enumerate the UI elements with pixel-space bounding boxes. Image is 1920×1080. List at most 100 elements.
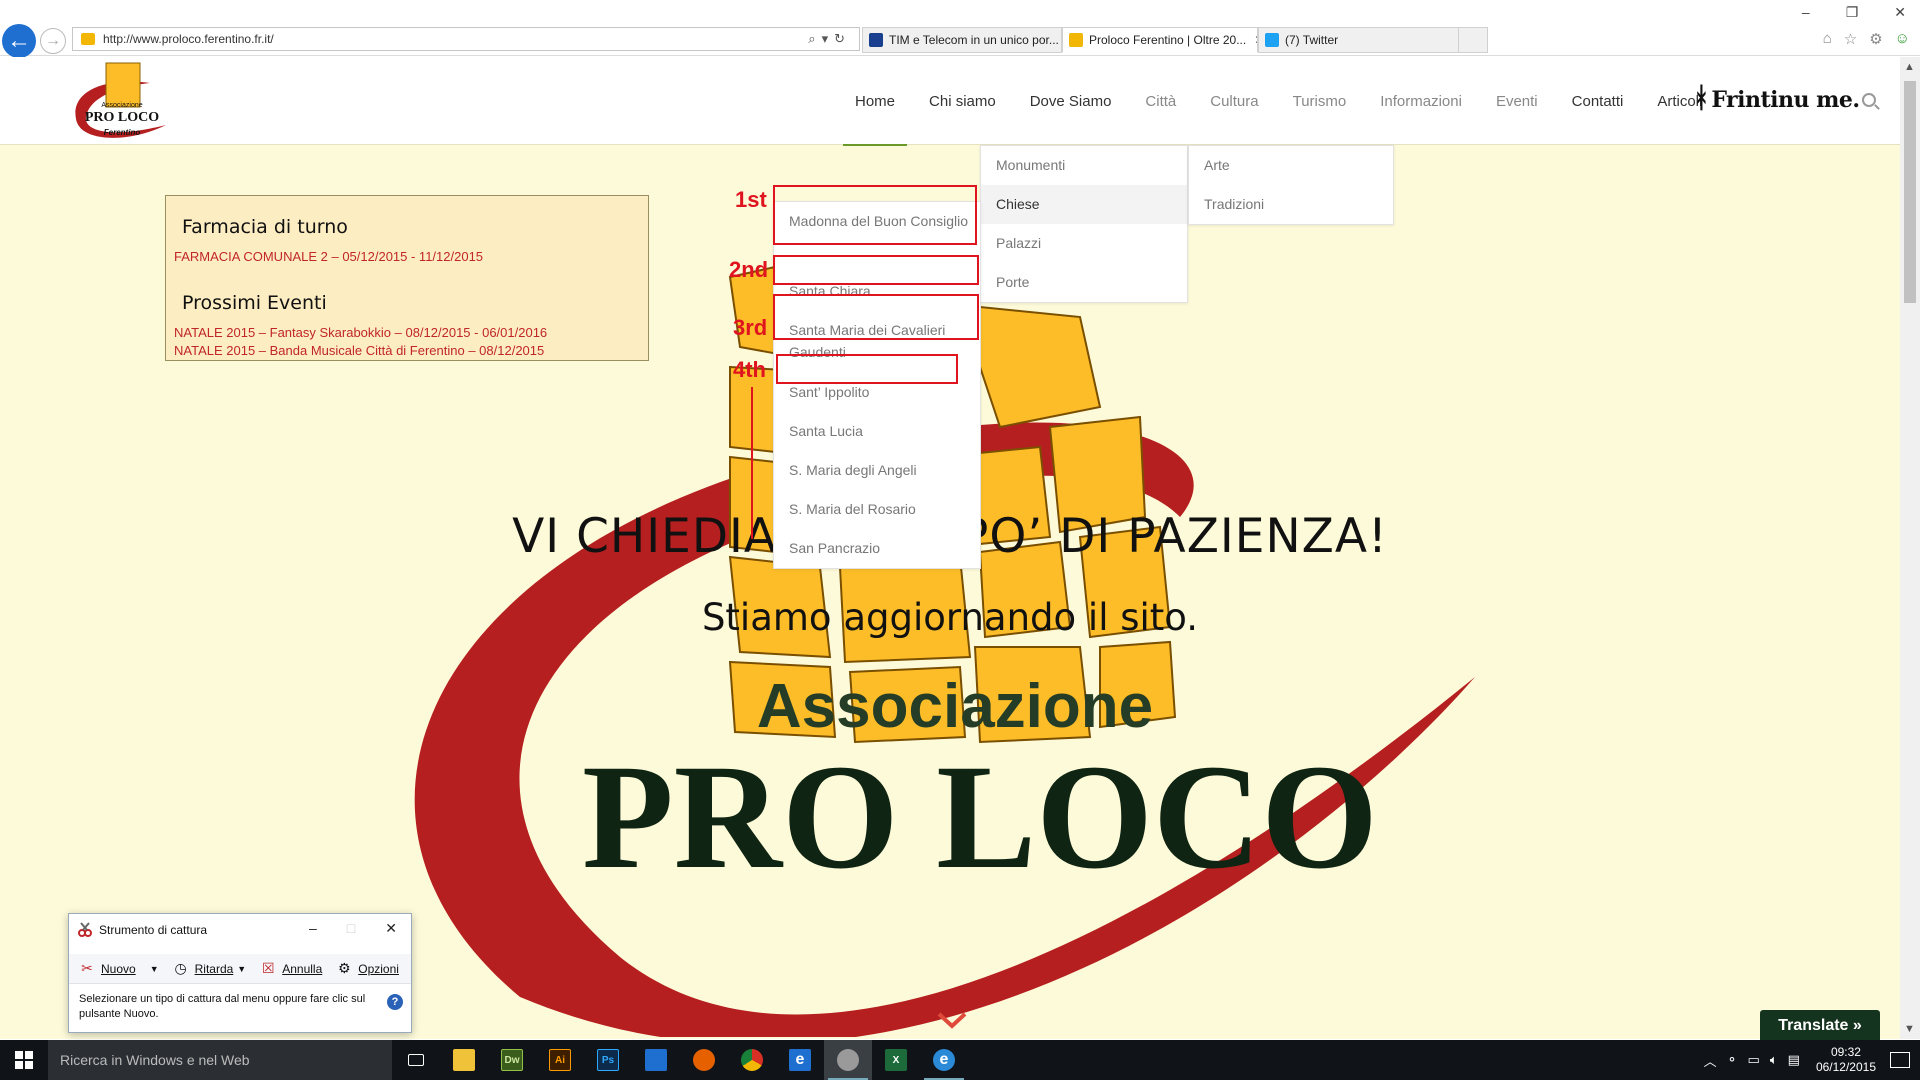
dancer-figure-icon: ᚼ xyxy=(1693,81,1710,114)
nav-turismo[interactable]: Turismo xyxy=(1293,57,1347,145)
taskbar: Ricerca in Windows e nel Web Dw Ai Ps e … xyxy=(0,1040,1920,1080)
scroll-up-arrow-icon[interactable]: ▲ xyxy=(1904,61,1915,73)
nav-citta[interactable]: Città xyxy=(1145,57,1176,145)
illustrator-icon[interactable]: Ai xyxy=(536,1040,584,1080)
file-explorer-icon[interactable] xyxy=(440,1040,488,1080)
tab-title: (7) Twitter xyxy=(1285,33,1339,47)
clock-date: 06/12/2015 xyxy=(1815,1060,1876,1074)
scroll-thumb[interactable] xyxy=(1904,81,1916,303)
tab-title: Proloco Ferentino | Oltre 20... xyxy=(1089,33,1247,47)
frintinu-brand-link[interactable]: ᚼFrintinu me. xyxy=(1693,81,1860,114)
menu-san-pancrazio[interactable]: San Pancrazio xyxy=(774,529,980,568)
site-logo[interactable]: Associazione PRO LOCO Ferentino xyxy=(70,59,175,143)
clock[interactable]: 09:32 06/12/2015 xyxy=(1816,1045,1876,1075)
tab-tim[interactable]: TIM e Telecom in un unico por... xyxy=(862,27,1062,53)
scroll-down-arrow-icon[interactable]: ▼ xyxy=(1904,1023,1915,1035)
restore-button[interactable]: ❐ xyxy=(1846,4,1859,21)
snip-title: Strumento di cattura xyxy=(99,923,208,937)
address-bar[interactable]: http://www.proloco.ferentino.fr.it/ ⌕▾↻ xyxy=(72,27,860,51)
new-tab-button[interactable] xyxy=(1458,27,1488,53)
firefox-icon[interactable] xyxy=(680,1040,728,1080)
snipping-tool-icon[interactable] xyxy=(824,1040,872,1080)
evento-link-2[interactable]: NATALE 2015 – Banda Musicale Città di Fe… xyxy=(174,342,640,360)
favorites-star-icon[interactable]: ☆ xyxy=(1844,30,1857,48)
close-window-button[interactable]: ✕ xyxy=(1894,4,1906,21)
snip-cancel-button[interactable]: ☒ Annulla xyxy=(258,959,322,979)
menu-santa-lucia[interactable]: Santa Lucia xyxy=(774,412,980,451)
nav-informazioni[interactable]: Informazioni xyxy=(1380,57,1462,145)
snip-minimize-button[interactable]: – xyxy=(309,920,317,937)
display-icon[interactable]: ▭ xyxy=(1748,1052,1760,1068)
snip-delay-button[interactable]: ◷ Ritarda ▼ xyxy=(171,959,247,979)
system-tray: ︿ ⚬ ▭ 🔈︎ ▤ 09:32 06/12/2015 xyxy=(1704,1040,1920,1080)
tim-icon xyxy=(869,33,883,47)
store-icon[interactable] xyxy=(632,1040,680,1080)
menu-palazzi[interactable]: Palazzi xyxy=(981,224,1187,263)
settings-gear-icon[interactable]: ⚙ xyxy=(1869,30,1882,48)
svg-text:Associazione: Associazione xyxy=(101,102,142,109)
twitter-icon xyxy=(1265,33,1279,47)
eventi-title: Prossimi Eventi xyxy=(182,292,327,314)
url-text: http://www.proloco.ferentino.fr.it/ xyxy=(103,32,274,46)
cultura-dropdown: Arte Tradizioni xyxy=(1188,145,1394,225)
forward-button[interactable]: → xyxy=(40,28,66,54)
feedback-smiley-icon[interactable]: ☺ xyxy=(1895,30,1910,48)
site-search-icon[interactable] xyxy=(1862,93,1876,107)
internet-explorer-icon[interactable]: e xyxy=(920,1040,968,1080)
snip-options-button[interactable]: ⚙ Opzioni xyxy=(334,959,399,979)
chat-icon[interactable]: ▤ xyxy=(1788,1052,1800,1068)
art-associazione: Associazione xyxy=(757,672,1153,741)
snip-new-button[interactable]: ✂ Nuovo ▼ xyxy=(77,959,158,979)
network-icon[interactable]: ⚬ xyxy=(1727,1052,1738,1068)
menu-arte[interactable]: Arte xyxy=(1189,146,1393,185)
minimize-button[interactable]: – xyxy=(1802,4,1810,21)
nav-contatti[interactable]: Contatti xyxy=(1572,57,1624,145)
nav-chi-siamo[interactable]: Chi siamo xyxy=(929,57,996,145)
menu-santa-maria-angeli[interactable]: S. Maria degli Angeli xyxy=(774,451,980,490)
menu-porte[interactable]: Porte xyxy=(981,263,1187,302)
dreamweaver-icon[interactable]: Dw xyxy=(488,1040,536,1080)
back-button[interactable]: ← xyxy=(2,24,36,58)
svg-text:PRO LOCO: PRO LOCO xyxy=(85,110,159,125)
annotation-box-4 xyxy=(776,354,958,384)
tab-twitter[interactable]: (7) Twitter xyxy=(1258,27,1488,53)
page-scrollbar[interactable]: ▲ ▼ xyxy=(1900,57,1920,1039)
tab-proloco[interactable]: Proloco Ferentino | Oltre 20... ✕ xyxy=(1062,27,1258,53)
menu-santa-maria-rosario[interactable]: S. Maria del Rosario xyxy=(774,490,980,529)
chrome-icon[interactable] xyxy=(728,1040,776,1080)
taskbar-search[interactable]: Ricerca in Windows e nel Web xyxy=(48,1040,392,1080)
volume-icon[interactable]: 🔈︎ xyxy=(1770,1052,1778,1068)
home-icon[interactable]: ⌂ xyxy=(1823,30,1832,48)
notice-box: Farmacia di turno FARMACIA COMUNALE 2 – … xyxy=(165,195,649,361)
help-icon[interactable]: ? xyxy=(387,994,403,1010)
nav-cultura[interactable]: Cultura xyxy=(1210,57,1258,145)
snip-close-button[interactable]: ✕ xyxy=(385,920,397,937)
nav-home[interactable]: Home xyxy=(842,57,908,146)
snipping-tool-window: Strumento di cattura – □ ✕ ✂ Nuovo ▼ ◷ Ri… xyxy=(68,913,412,1033)
annotation-label-2nd: 2nd xyxy=(729,257,769,282)
excel-icon[interactable]: X xyxy=(872,1040,920,1080)
task-view-icon[interactable] xyxy=(392,1040,440,1080)
scroll-down-chevron-icon[interactable] xyxy=(936,1010,968,1030)
photoshop-icon[interactable]: Ps xyxy=(584,1040,632,1080)
translate-button[interactable]: Translate » xyxy=(1760,1010,1880,1042)
browser-chrome: ← → http://www.proloco.ferentino.fr.it/ … xyxy=(0,0,1920,58)
menu-tradizioni[interactable]: Tradizioni xyxy=(1189,185,1393,224)
menu-monumenti[interactable]: Monumenti xyxy=(981,146,1187,185)
tray-expand-icon[interactable]: ︿ xyxy=(1704,1051,1717,1070)
evento-link-1[interactable]: NATALE 2015 – Fantasy Skarabokkio – 08/1… xyxy=(174,324,640,342)
windows-logo-icon xyxy=(15,1051,33,1069)
farmacia-link[interactable]: FARMACIA COMUNALE 2 – 05/12/2015 - 11/12… xyxy=(174,248,640,266)
tab-title: TIM e Telecom in un unico por... xyxy=(889,33,1059,47)
scissors-icon xyxy=(78,922,92,937)
menu-chiese[interactable]: Chiese xyxy=(981,185,1187,224)
proloco-favicon xyxy=(1069,33,1083,47)
nav-eventi[interactable]: Eventi xyxy=(1496,57,1538,145)
edge-icon[interactable]: e xyxy=(776,1040,824,1080)
start-button[interactable] xyxy=(0,1040,48,1080)
options-gear-icon: ⚙ xyxy=(337,960,351,976)
notification-center-icon[interactable] xyxy=(1890,1052,1910,1068)
address-search-refresh-icons[interactable]: ⌕▾↻ xyxy=(808,31,851,47)
nav-dove-siamo[interactable]: Dove Siamo xyxy=(1030,57,1112,145)
annotation-label-1st: 1st xyxy=(735,187,767,212)
